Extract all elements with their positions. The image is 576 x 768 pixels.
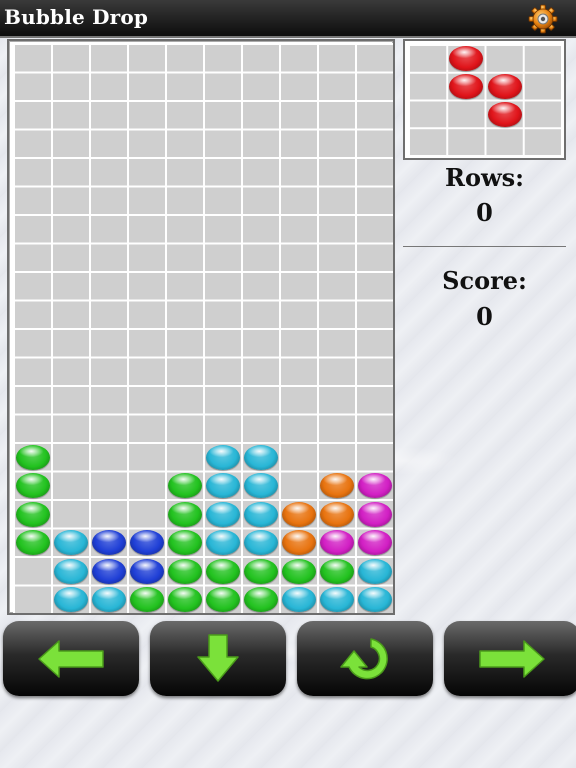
cyan-bubble [206,530,240,556]
red-bubble [487,101,522,127]
arrow-left-icon [38,640,104,678]
game-board[interactable] [7,39,395,615]
cyan-bubble [282,587,316,613]
cyan-bubble [244,530,278,556]
green-bubble [168,473,202,499]
cyan-bubble [54,530,88,556]
green-bubble [206,558,240,584]
cyan-bubble [320,587,354,613]
cyan-bubble [358,587,392,613]
rotate-icon [340,638,388,680]
green-bubble [244,587,278,613]
orange-bubble [320,473,354,499]
score-label: Score: [442,266,527,295]
green-bubble [168,530,202,556]
green-bubble [168,558,202,584]
move-right-button[interactable] [444,621,576,696]
green-bubble [168,587,202,613]
score-value: 0 [476,302,493,331]
settings-button[interactable] [528,4,558,34]
orange-bubble [282,530,316,556]
blue-bubble [92,530,126,556]
red-bubble [449,74,484,100]
green-bubble [320,558,354,584]
cyan-bubble [206,473,240,499]
blue-bubble [130,530,164,556]
board-grid [13,43,393,613]
green-bubble [16,501,50,527]
next-piece-grid [408,44,561,155]
green-bubble [16,444,50,470]
cyan-bubble [92,587,126,613]
rotate-button[interactable] [297,621,433,696]
green-bubble [244,558,278,584]
rows-value: 0 [476,198,493,227]
cyan-bubble [54,587,88,613]
red-bubble [487,74,522,100]
blue-bubble [92,558,126,584]
arrow-right-icon [479,640,545,678]
cyan-bubble [54,558,88,584]
rows-label: Rows: [445,163,524,192]
magenta-bubble [358,530,392,556]
orange-bubble [282,501,316,527]
green-bubble [130,587,164,613]
green-bubble [16,473,50,499]
green-bubble [16,530,50,556]
app-title: Bubble Drop [4,5,149,29]
orange-bubble [320,501,354,527]
cyan-bubble [206,444,240,470]
cyan-bubble [358,558,392,584]
drop-down-button[interactable] [150,621,286,696]
magenta-bubble [358,501,392,527]
green-bubble [168,501,202,527]
cyan-bubble [244,473,278,499]
blue-bubble [130,558,164,584]
green-bubble [282,558,316,584]
cyan-bubble [244,501,278,527]
magenta-bubble [358,473,392,499]
arrow-down-icon [197,634,239,682]
stats-divider [403,246,566,247]
gear-icon [528,4,558,34]
magenta-bubble [320,530,354,556]
green-bubble [206,587,240,613]
title-bar: Bubble Drop [0,0,576,38]
next-piece-preview [403,39,566,160]
cyan-bubble [244,444,278,470]
cyan-bubble [206,501,240,527]
move-left-button[interactable] [3,621,139,696]
red-bubble [449,46,484,72]
